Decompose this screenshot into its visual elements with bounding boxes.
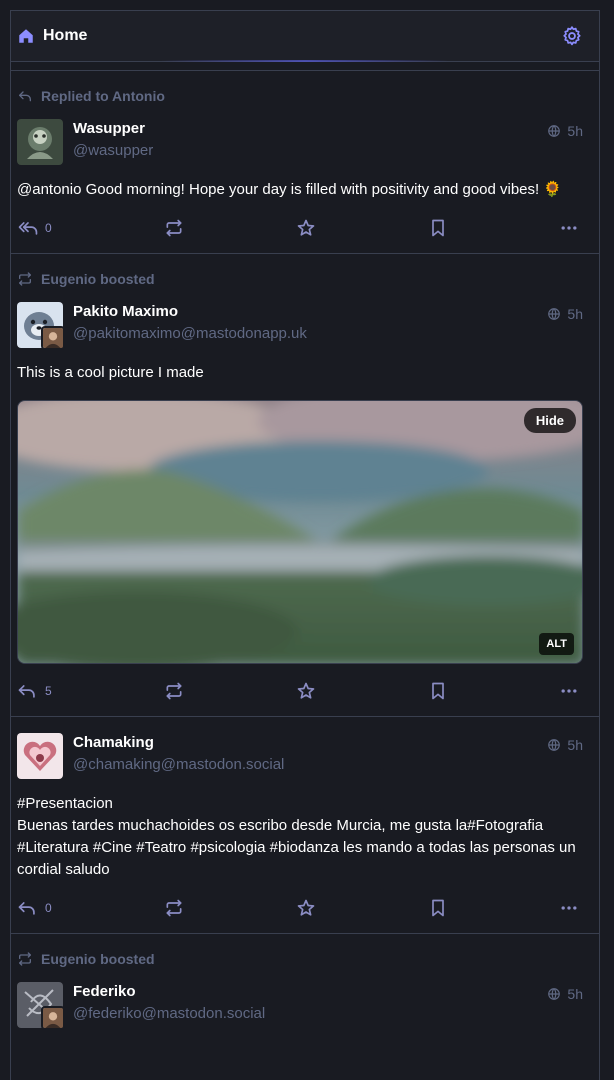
- prepend-label[interactable]: Replied to Antonio: [41, 88, 165, 104]
- home-column: Home Replied to Antonio Wasupper @wasupp…: [10, 10, 600, 1080]
- gear-icon[interactable]: [561, 25, 583, 47]
- reply-button[interactable]: 0: [17, 219, 52, 237]
- bookmark-icon: [432, 219, 445, 237]
- reply-icon: [17, 88, 33, 104]
- status-meta[interactable]: 5h: [547, 119, 583, 139]
- globe-icon: [547, 987, 561, 1001]
- status-item[interactable]: Eugenio boosted Federiko @federiko@masto…: [11, 934, 599, 1040]
- bookmark-icon: [432, 899, 445, 917]
- boost-icon: [166, 682, 182, 700]
- relative-time: 5h: [567, 737, 583, 753]
- mention-link[interactable]: @antonio: [17, 181, 81, 198]
- bookmark-button[interactable]: [428, 898, 448, 918]
- landscape-image[interactable]: [18, 401, 583, 664]
- alt-text-badge[interactable]: ALT: [539, 633, 574, 655]
- bookmark-icon: [432, 682, 445, 700]
- boost-icon: [166, 899, 182, 917]
- status-content: This is a cool picture I made: [17, 364, 204, 381]
- content-text: les mando a todas las personas un: [338, 839, 576, 856]
- boost-icon: [17, 951, 33, 967]
- more-button[interactable]: [559, 898, 579, 918]
- action-bar: 0: [17, 215, 583, 241]
- display-name[interactable]: Chamaking: [73, 734, 547, 752]
- display-name[interactable]: Wasupper: [73, 120, 547, 138]
- account-handle[interactable]: @chamaking@mastodon.social: [73, 756, 547, 774]
- status-item[interactable]: Chamaking @chamaking@mastodon.social 5h …: [11, 717, 599, 934]
- favourite-button[interactable]: [295, 898, 317, 918]
- column-header: Home: [11, 10, 599, 62]
- account-handle[interactable]: @federiko@mastodon.social: [73, 1005, 547, 1023]
- header-title-button[interactable]: Home: [17, 27, 87, 45]
- page-title: Home: [43, 27, 88, 44]
- action-bar: 5: [17, 678, 583, 704]
- status-prepend: Eugenio boosted: [17, 950, 583, 968]
- more-icon: [561, 906, 577, 910]
- status-prepend: Eugenio boosted: [17, 270, 583, 288]
- status-prepend: Replied to Antonio: [17, 87, 583, 105]
- star-icon: [298, 219, 315, 236]
- reply-count: 0: [45, 221, 52, 235]
- hashtag-link[interactable]: #Fotografia: [467, 817, 543, 834]
- display-name[interactable]: Federiko: [73, 983, 547, 1001]
- globe-icon: [547, 124, 561, 138]
- reply-icon: [18, 902, 35, 915]
- reply-button[interactable]: 5: [17, 682, 52, 700]
- reply-all-icon: [18, 222, 38, 235]
- boost-button[interactable]: [163, 218, 185, 238]
- reply-count: 5: [45, 684, 52, 698]
- globe-icon: [547, 738, 561, 752]
- account-handle[interactable]: @pakitomaximo@mastodonapp.uk: [73, 325, 547, 343]
- more-icon: [561, 226, 577, 230]
- content-text: Buenas tardes muchachoides os escribo de…: [17, 817, 468, 834]
- favourite-button[interactable]: [295, 218, 317, 238]
- status-content: @antonio Good morning! Hope your day is …: [17, 179, 583, 201]
- reply-icon: [18, 685, 35, 698]
- content-text: Good morning! Hope your day is filled wi…: [81, 181, 563, 198]
- boost-button[interactable]: [163, 898, 185, 918]
- globe-icon: [547, 307, 561, 321]
- reply-button[interactable]: 0: [17, 899, 52, 917]
- relative-time: 5h: [567, 123, 583, 139]
- hashtag-link[interactable]: #Presentacion: [17, 795, 113, 812]
- status-meta[interactable]: 5h: [547, 302, 583, 322]
- display-name[interactable]: Pakito Maximo: [73, 303, 547, 321]
- boost-icon: [166, 219, 182, 237]
- relative-time: 5h: [567, 986, 583, 1002]
- relative-time: 5h: [567, 306, 583, 322]
- status-content: #Presentacion Buenas tardes muchachoides…: [17, 793, 583, 881]
- account-handle[interactable]: @wasupper: [73, 142, 547, 160]
- more-button[interactable]: [559, 681, 579, 701]
- more-icon: [561, 689, 577, 693]
- home-icon: [17, 27, 35, 45]
- prepend-label[interactable]: Eugenio boosted: [41, 951, 155, 967]
- bookmark-button[interactable]: [428, 218, 448, 238]
- status-item[interactable]: Eugenio boosted Pakito Maximo @pakitomax…: [11, 254, 599, 717]
- content-text: cordial saludo: [17, 861, 110, 878]
- header-divider: [11, 62, 599, 71]
- avatar[interactable]: [17, 119, 63, 165]
- status-meta[interactable]: 5h: [547, 733, 583, 753]
- star-icon: [298, 899, 315, 916]
- bookmark-button[interactable]: [428, 681, 448, 701]
- boost-button[interactable]: [163, 681, 185, 701]
- favourite-button[interactable]: [295, 681, 317, 701]
- boost-icon: [17, 271, 33, 287]
- avatar[interactable]: [17, 982, 65, 1030]
- media-gallery[interactable]: Hide ALT: [17, 400, 583, 664]
- status-item[interactable]: Replied to Antonio Wasupper @wasupper 5h…: [11, 71, 599, 254]
- hide-media-button[interactable]: Hide: [523, 408, 576, 433]
- more-button[interactable]: [559, 218, 579, 238]
- action-bar: 0: [17, 895, 583, 921]
- prepend-label[interactable]: Eugenio boosted: [41, 271, 155, 287]
- status-meta[interactable]: 5h: [547, 982, 583, 1002]
- avatar[interactable]: [17, 302, 65, 350]
- reply-count: 0: [45, 901, 52, 915]
- star-icon: [298, 682, 315, 699]
- hashtag-links[interactable]: #Literatura #Cine #Teatro #psicologia #b…: [17, 839, 339, 856]
- avatar[interactable]: [17, 733, 63, 779]
